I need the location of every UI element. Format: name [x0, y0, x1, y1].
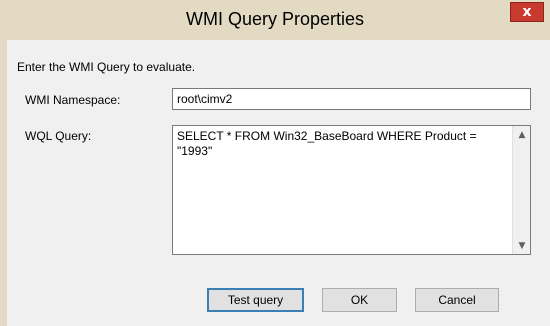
dialog-client-area: Enter the WMI Query to evaluate. WMI Nam… — [7, 40, 550, 326]
chevron-down-icon: ▼ — [518, 240, 526, 251]
namespace-input[interactable] — [172, 88, 531, 110]
query-scrollbar[interactable]: ▲ ▼ — [512, 126, 530, 254]
query-label: WQL Query: — [25, 129, 92, 143]
instruction-text: Enter the WMI Query to evaluate. — [17, 60, 196, 74]
namespace-label: WMI Namespace: — [25, 93, 121, 107]
window-title: WMI Query Properties — [185, 9, 365, 29]
dialog-window: WMI Query Properties x Enter the WMI Que… — [0, 0, 550, 326]
cancel-button[interactable]: Cancel — [415, 288, 499, 312]
close-button[interactable]: x — [510, 2, 544, 22]
test-query-button[interactable]: Test query — [207, 288, 304, 312]
query-text: SELECT * FROM Win32_BaseBoard WHERE Prod… — [177, 129, 480, 158]
scroll-down-button[interactable]: ▼ — [514, 237, 530, 254]
window-frame-left — [0, 40, 7, 326]
ok-button[interactable]: OK — [322, 288, 397, 312]
title-bar[interactable]: WMI Query Properties x — [0, 0, 550, 40]
query-textarea[interactable]: SELECT * FROM Win32_BaseBoard WHERE Prod… — [172, 125, 531, 255]
chevron-up-icon: ▲ — [518, 129, 526, 140]
close-icon: x — [522, 4, 532, 20]
scroll-up-button[interactable]: ▲ — [514, 126, 530, 143]
